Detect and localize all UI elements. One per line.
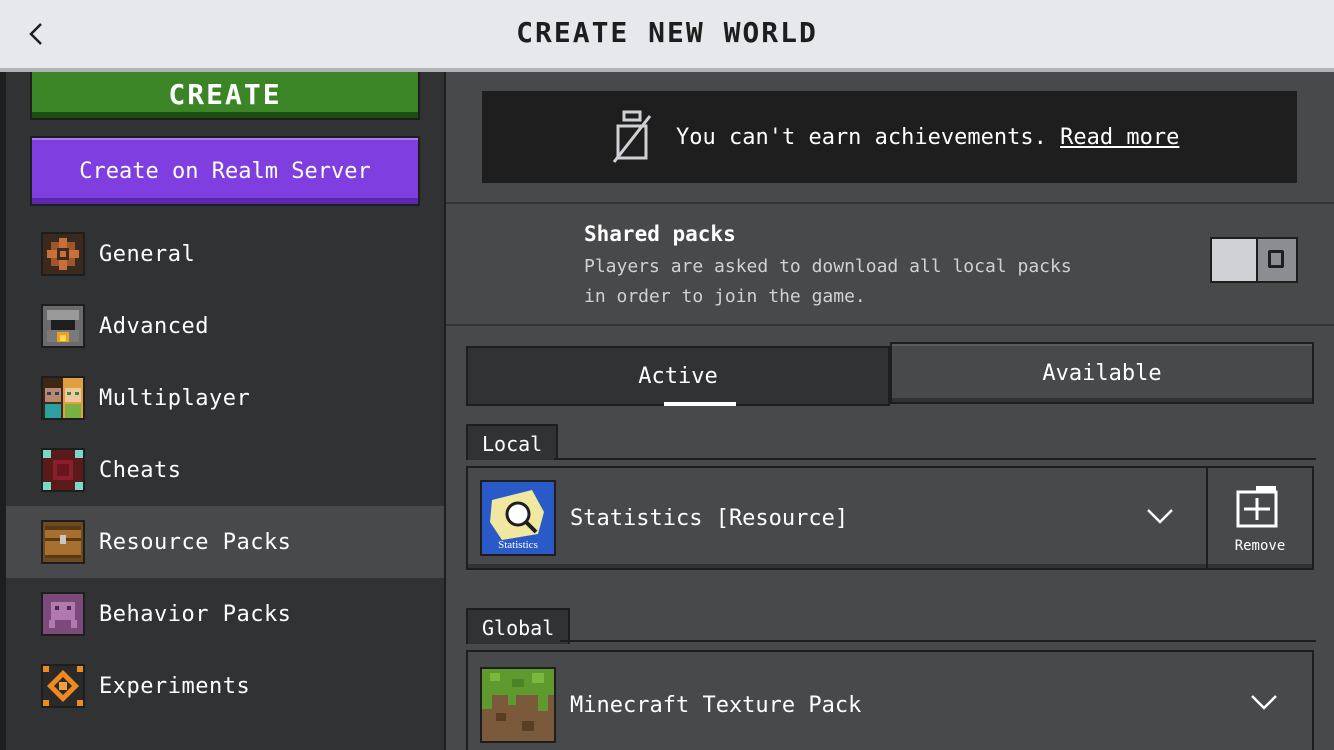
shared-packs-desc-line1: Players are asked to download all local … — [584, 256, 1072, 277]
top-bar: CREATE NEW WORLD — [0, 0, 1334, 72]
global-pack-row: Minecraft Texture Pack — [466, 650, 1314, 750]
tab-available-label: Available — [1042, 360, 1162, 386]
sidebar-item-experiments[interactable]: Experiments — [6, 650, 444, 722]
local-pack-main[interactable]: Statistics Statistics [Resource] — [468, 468, 1210, 568]
page-title: CREATE NEW WORLD — [516, 16, 818, 49]
divider — [446, 202, 1334, 204]
toggle-knob — [1212, 239, 1258, 281]
sidebar-item-label: Resource Packs — [99, 529, 292, 555]
achievement-disabled-icon — [612, 110, 652, 163]
global-section-label: Global — [466, 608, 571, 644]
section-divider — [560, 640, 1316, 642]
read-more-link[interactable]: Read more — [1060, 125, 1179, 150]
remove-button[interactable]: Remove — [1206, 468, 1312, 568]
tab-available[interactable]: Available — [890, 342, 1314, 404]
chevron-down-icon — [1251, 695, 1277, 710]
sidebar-item-label: Cheats — [99, 457, 182, 483]
remove-icon — [1236, 486, 1278, 528]
sidebar-item-label: General — [99, 241, 196, 267]
toggle-off-icon — [1268, 250, 1284, 268]
sidebar-item-cheats[interactable]: Cheats — [6, 434, 444, 506]
sidebar-item-advanced[interactable]: Advanced — [6, 290, 444, 362]
players-icon — [41, 376, 85, 420]
sidebar-item-label: Experiments — [99, 673, 251, 699]
chest-icon — [41, 520, 85, 564]
local-section-label: Local — [466, 424, 559, 460]
sidebar-item-multiplayer[interactable]: Multiplayer — [6, 362, 444, 434]
shared-packs-desc-line2: in order to join the game. — [584, 286, 866, 307]
shared-packs-toggle[interactable] — [1210, 237, 1298, 283]
statistics-icon-text: Statistics — [498, 539, 538, 551]
sidebar-item-behavior-packs[interactable]: Behavior Packs — [6, 578, 444, 650]
shared-packs-title: Shared packs — [584, 222, 736, 246]
resource-packs-panel: You can't earn achievements. Read more S… — [446, 72, 1334, 750]
behavior-icon — [41, 592, 85, 636]
local-pack-row: Statistics Statistics [Resource] Remove — [466, 466, 1314, 570]
command-block-icon — [41, 448, 85, 492]
settings-sidebar: CREATE Create on Realm Server General Ad… — [0, 72, 446, 750]
tab-selected-indicator — [664, 402, 736, 406]
sidebar-item-label: Multiplayer — [99, 385, 251, 411]
create-button[interactable]: CREATE — [30, 72, 420, 120]
global-pack-main[interactable]: Minecraft Texture Pack — [468, 652, 1312, 750]
shared-packs-description: Players are asked to download all local … — [584, 252, 1124, 312]
create-on-realm-button[interactable]: Create on Realm Server — [30, 136, 420, 206]
experiments-icon — [41, 664, 85, 708]
gear-icon — [41, 232, 85, 276]
sidebar-item-general[interactable]: General — [6, 218, 444, 290]
achievements-warning: You can't earn achievements. Read more — [482, 91, 1297, 183]
sidebar-item-resource-packs[interactable]: Resource Packs — [6, 506, 444, 578]
chevron-down-icon — [1147, 509, 1173, 524]
furnace-icon — [41, 304, 85, 348]
divider — [446, 324, 1334, 326]
local-pack-name: Statistics [Resource] — [570, 505, 849, 531]
section-divider — [554, 458, 1316, 460]
remove-label: Remove — [1234, 538, 1286, 554]
warning-text: You can't earn achievements. — [676, 124, 1061, 150]
sidebar-item-label: Behavior Packs — [99, 601, 292, 627]
statistics-pack-icon: Statistics — [480, 480, 556, 556]
tab-active-label: Active — [638, 363, 718, 389]
tab-active[interactable]: Active — [466, 346, 890, 406]
global-pack-name: Minecraft Texture Pack — [570, 692, 862, 718]
grass-block-icon — [480, 667, 556, 743]
sidebar-item-label: Advanced — [99, 313, 209, 339]
